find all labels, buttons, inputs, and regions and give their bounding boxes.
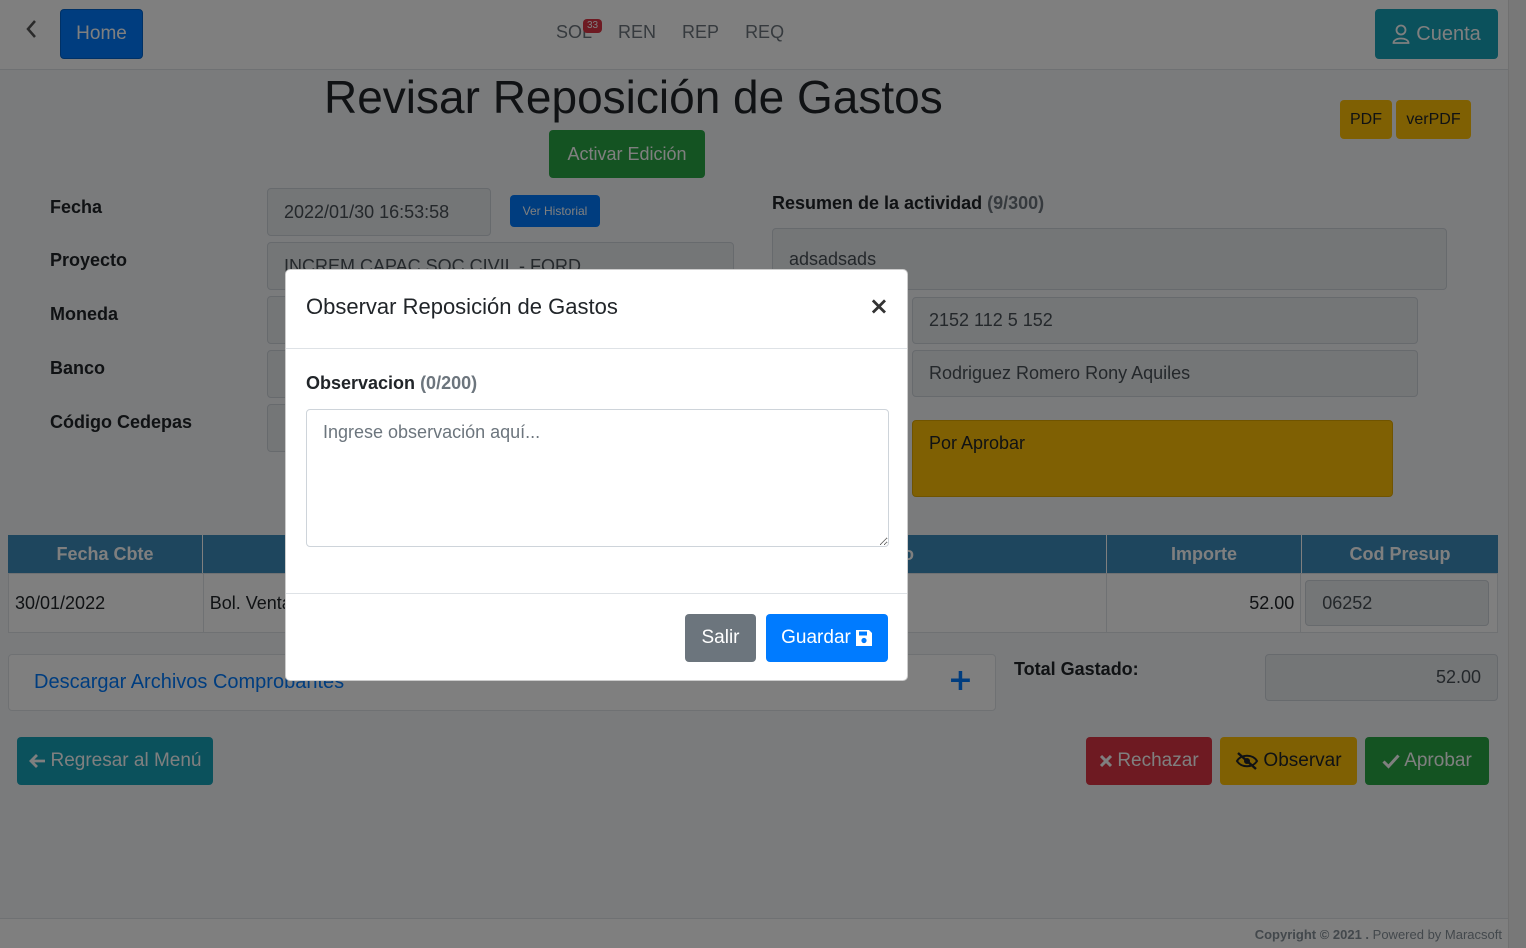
exit-button[interactable]: Salir (685, 614, 756, 662)
save-button[interactable]: Guardar (766, 614, 888, 662)
modal-footer: Salir Guardar (286, 593, 907, 681)
save-label: Guardar (781, 627, 851, 648)
observacion-label: Observacion (0/200) (306, 373, 477, 394)
observacion-counter: (0/200) (420, 373, 478, 393)
observe-modal: Observar Reposición de Gastos × Observac… (285, 269, 908, 681)
close-icon[interactable]: × (869, 292, 889, 320)
modal-title: Observar Reposición de Gastos (306, 294, 618, 319)
observacion-textarea[interactable] (306, 409, 889, 547)
save-icon (855, 629, 873, 647)
modal-header: Observar Reposición de Gastos × (286, 270, 907, 349)
observacion-label-text: Observacion (306, 373, 416, 393)
